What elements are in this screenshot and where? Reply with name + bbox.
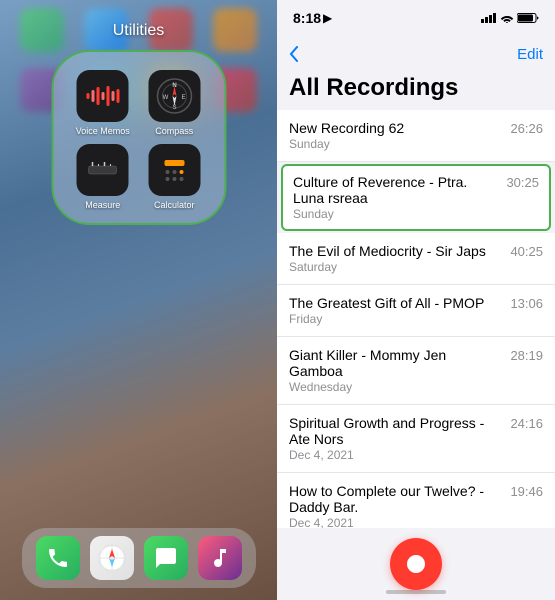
wifi-icon xyxy=(500,13,514,23)
recording-name: New Recording 62 xyxy=(289,120,502,136)
dock-phone[interactable] xyxy=(36,536,80,580)
dock xyxy=(22,528,256,588)
measure-icon xyxy=(77,144,129,196)
recording-date: Sunday xyxy=(289,137,543,151)
status-bar: 8:18 ▶ xyxy=(277,0,555,36)
bottom-bar xyxy=(277,528,555,600)
calculator-icon xyxy=(148,144,200,196)
dock-safari[interactable] xyxy=(90,536,134,580)
recording-item[interactable]: The Evil of Mediocrity - Sir Japs 40:25 … xyxy=(277,233,555,285)
voice-memos-screen: 8:18 ▶ Edit All Recordings New Recording… xyxy=(277,0,555,600)
utilities-folder[interactable]: Voice Memos N E S W Compass xyxy=(51,50,226,225)
waveform-graphic xyxy=(86,84,119,108)
navigation-bar: Edit xyxy=(277,36,555,72)
recording-name: Culture of Reverence - Ptra. Luna rsreaa xyxy=(293,174,498,206)
signal-bars-icon xyxy=(481,13,497,23)
measure-app[interactable]: Measure xyxy=(71,144,135,210)
recording-duration: 24:16 xyxy=(510,416,543,431)
recording-duration: 28:19 xyxy=(510,348,543,363)
recording-name: How to Complete our Twelve? - Daddy Bar. xyxy=(289,483,502,515)
compass-label: Compass xyxy=(155,126,193,136)
folder-title: Utilities xyxy=(0,22,277,40)
recording-date: Friday xyxy=(289,312,543,326)
recording-date: Dec 4, 2021 xyxy=(289,448,543,462)
edit-button[interactable]: Edit xyxy=(517,46,543,63)
recording-date: Wednesday xyxy=(289,380,543,394)
recording-duration: 30:25 xyxy=(506,175,539,190)
recording-item[interactable]: Spiritual Growth and Progress - Ate Nors… xyxy=(277,405,555,473)
dock-music[interactable] xyxy=(198,536,242,580)
recording-duration: 40:25 xyxy=(510,244,543,259)
recording-item[interactable]: Culture of Reverence - Ptra. Luna rsreaa… xyxy=(281,164,551,231)
recording-name: Giant Killer - Mommy Jen Gamboa xyxy=(289,347,502,379)
recording-item[interactable]: New Recording 62 26:26 Sunday xyxy=(277,110,555,162)
voice-memos-icon xyxy=(77,70,129,122)
compass-app[interactable]: N E S W Compass xyxy=(143,70,207,136)
back-button[interactable] xyxy=(289,46,299,62)
home-indicator xyxy=(386,590,446,594)
status-signal-icon: ▶ xyxy=(323,11,332,25)
record-icon xyxy=(405,553,427,575)
recording-name: Spiritual Growth and Progress - Ate Nors xyxy=(289,415,502,447)
recording-name: The Greatest Gift of All - PMOP xyxy=(289,295,502,311)
status-right-icons xyxy=(481,13,539,23)
home-screen: Utilities Voice Memos xyxy=(0,0,277,600)
recording-item[interactable]: The Greatest Gift of All - PMOP 13:06 Fr… xyxy=(277,285,555,337)
recording-duration: 26:26 xyxy=(510,121,543,136)
record-button[interactable] xyxy=(390,538,442,590)
recording-date: Dec 4, 2021 xyxy=(289,516,543,528)
calculator-app[interactable]: Calculator xyxy=(143,144,207,210)
battery-icon xyxy=(517,13,539,23)
svg-text:E: E xyxy=(181,95,185,101)
recording-name: The Evil of Mediocrity - Sir Japs xyxy=(289,243,502,259)
status-time: 8:18 xyxy=(293,10,321,26)
recording-item[interactable]: Giant Killer - Mommy Jen Gamboa 28:19 We… xyxy=(277,337,555,405)
svg-text:W: W xyxy=(162,95,168,101)
voice-memos-label: Voice Memos xyxy=(76,126,130,136)
recording-date: Saturday xyxy=(289,260,543,274)
measure-label: Measure xyxy=(85,200,120,210)
recordings-list[interactable]: New Recording 62 26:26 Sunday Culture of… xyxy=(277,110,555,528)
recording-duration: 19:46 xyxy=(510,484,543,499)
voice-memos-app[interactable]: Voice Memos xyxy=(71,70,135,136)
recording-item[interactable]: How to Complete our Twelve? - Daddy Bar.… xyxy=(277,473,555,528)
dock-messages[interactable] xyxy=(144,536,188,580)
page-title: All Recordings xyxy=(277,72,555,110)
compass-icon: N E S W xyxy=(148,70,200,122)
recording-date: Sunday xyxy=(293,207,539,221)
folder-grid: Voice Memos N E S W Compass xyxy=(51,50,226,225)
calculator-label: Calculator xyxy=(154,200,195,210)
recording-duration: 13:06 xyxy=(510,296,543,311)
